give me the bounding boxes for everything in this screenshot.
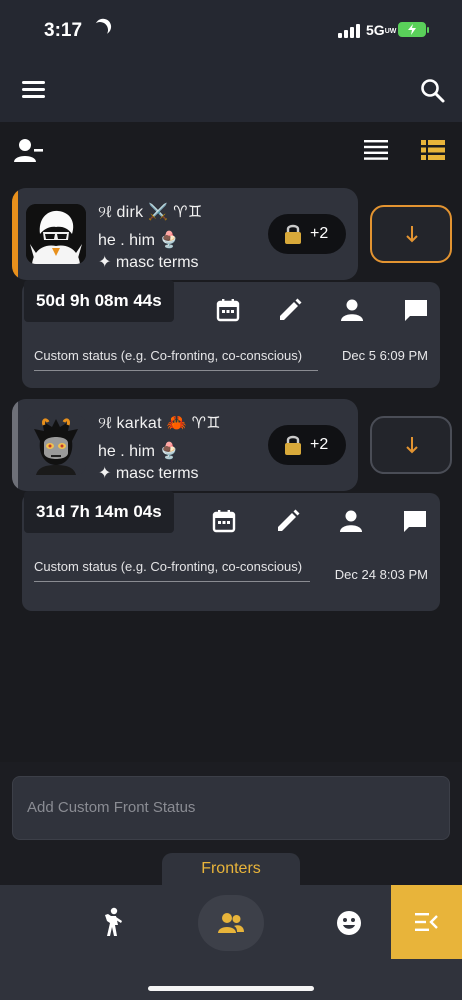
detail-list-icon[interactable] <box>421 140 445 160</box>
lock-icon <box>285 224 301 244</box>
battery-charging-icon <box>398 22 429 37</box>
bottom-navigation <box>0 885 462 1000</box>
member-pronouns: he . him 🍨 <box>98 443 180 460</box>
privacy-buckets-pill[interactable]: +2 <box>268 425 346 465</box>
lock-icon <box>285 435 301 455</box>
network-label: 5GUW <box>366 22 397 38</box>
front-history-tab[interactable] <box>391 885 462 959</box>
comment-icon[interactable] <box>402 296 430 324</box>
member-pronouns: he . him 🍨 <box>98 232 180 249</box>
chat-emoji-icon[interactable] <box>336 910 362 936</box>
person-icon[interactable] <box>337 507 365 535</box>
avatar[interactable] <box>26 415 86 475</box>
member-name: ୨ℓ dirk ⚔️ ♈︎♊︎ <box>98 204 203 221</box>
fronter-details: 31d 7h 14m 04s Custom status (e.g. Co-fr… <box>22 491 440 611</box>
fronter-accent-bar <box>12 399 18 491</box>
members-tab[interactable] <box>198 895 264 951</box>
tab-fronters[interactable]: Fronters <box>162 853 300 887</box>
fronter-accent-bar <box>12 188 18 280</box>
calendar-icon[interactable] <box>214 296 242 324</box>
search-icon[interactable] <box>420 78 446 104</box>
members-group-icon <box>218 913 244 933</box>
person-add-icon[interactable] <box>14 138 44 164</box>
do-not-disturb-moon-icon <box>90 20 111 41</box>
member-terms: ✦ masc terms <box>98 465 199 482</box>
status-time: 3:17 <box>44 20 83 41</box>
privacy-extra-count: +2 <box>310 436 329 453</box>
status-bar: 3:17 5GUW <box>0 0 462 60</box>
edit-pencil-icon[interactable] <box>276 296 304 324</box>
person-icon[interactable] <box>338 296 366 324</box>
member-terms: ✦ masc terms <box>98 254 199 271</box>
collapse-button[interactable] <box>370 416 452 474</box>
collapse-button[interactable] <box>370 205 452 263</box>
avatar[interactable] <box>26 204 86 264</box>
list-view-icon[interactable] <box>364 140 388 160</box>
custom-status-field[interactable]: Custom status (e.g. Co-fronting, co-cons… <box>34 348 318 371</box>
front-start-date: Dec 5 6:09 PM <box>342 348 428 363</box>
calendar-icon[interactable] <box>210 507 238 535</box>
member-name: ୨ℓ karkat 🦀 ♈︎♊︎ <box>98 415 221 432</box>
fronter-card[interactable]: ୨ℓ karkat 🦀 ♈︎♊︎ he . him 🍨 ✦ masc terms… <box>12 399 358 491</box>
edit-pencil-icon[interactable] <box>274 507 302 535</box>
custom-front-status-input[interactable]: Add Custom Front Status <box>12 776 450 840</box>
privacy-buckets-pill[interactable]: +2 <box>268 214 346 254</box>
fronter-card[interactable]: ୨ℓ dirk ⚔️ ♈︎♊︎ he . him 🍨 ✦ masc terms … <box>12 188 358 280</box>
hamburger-menu-icon[interactable] <box>22 81 46 99</box>
home-indicator[interactable] <box>148 986 314 991</box>
comment-icon[interactable] <box>401 507 429 535</box>
front-timer: 50d 9h 08m 44s <box>24 280 174 322</box>
privacy-extra-count: +2 <box>310 225 329 242</box>
custom-status-field[interactable]: Custom status (e.g. Co-fronting, co-cons… <box>34 559 310 582</box>
app-bar <box>0 60 462 122</box>
history-list-icon <box>415 913 438 931</box>
front-timer: 31d 7h 14m 04s <box>24 491 174 533</box>
fronting-figure-icon[interactable] <box>102 907 126 937</box>
arrow-down-icon <box>406 226 418 243</box>
fronter-details: 50d 9h 08m 44s Custom status (e.g. Co-fr… <box>22 280 440 388</box>
front-start-date: Dec 24 8:03 PM <box>334 567 428 582</box>
cellular-signal-icon <box>338 24 360 38</box>
arrow-down-icon <box>406 437 418 454</box>
